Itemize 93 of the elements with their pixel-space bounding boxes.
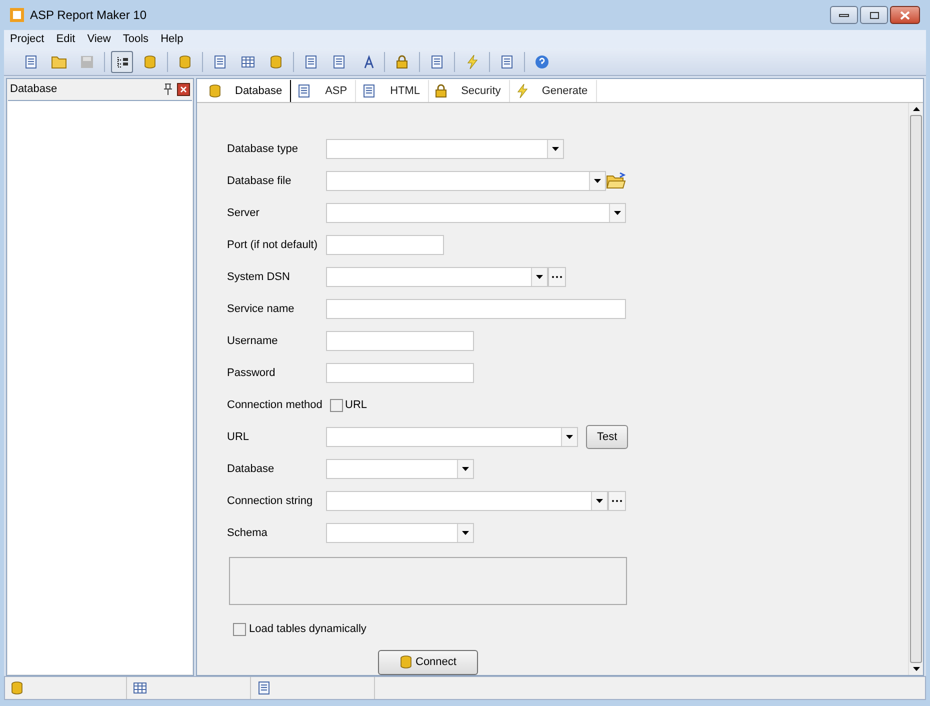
panel-close-button[interactable] [177, 82, 190, 96]
field-label: Service name [227, 302, 296, 317]
dropdown-field[interactable] [326, 171, 606, 191]
dropdown-field[interactable] [326, 427, 578, 447]
menu-item[interactable]: View [85, 30, 113, 48]
minimize-button[interactable] [830, 6, 858, 24]
field-label: Connection string [227, 494, 314, 509]
menu-item[interactable]: Project [8, 30, 46, 48]
dropdown-button[interactable] [547, 140, 563, 158]
document-icon [430, 54, 444, 68]
document-icon [362, 84, 376, 98]
dropdown-button[interactable] [531, 268, 547, 286]
checkbox[interactable] [330, 398, 343, 412]
tree-icon [115, 54, 129, 68]
caret-icon [552, 147, 559, 151]
menu-item[interactable]: Tools [120, 30, 151, 48]
toolbar-button[interactable] [111, 50, 133, 72]
dropdown-button[interactable] [457, 460, 473, 478]
text-field[interactable] [326, 331, 474, 351]
field-label: Username [227, 334, 279, 349]
text-field[interactable] [326, 363, 474, 383]
scroll-up-icon[interactable] [912, 107, 920, 111]
field-label: Database [227, 462, 276, 477]
close-button[interactable] [890, 6, 920, 24]
document-icon [500, 54, 514, 68]
caret-icon [566, 435, 573, 439]
test-button[interactable]: Test [586, 425, 628, 449]
menu-item[interactable]: Edit [54, 30, 78, 48]
ellipsis-button[interactable] [548, 267, 566, 287]
field-label: Connection method [227, 398, 324, 413]
field-label: Database type [227, 142, 299, 157]
caret-icon [462, 531, 469, 535]
field-label: System DSN [227, 270, 291, 285]
dropdown-field[interactable] [326, 459, 474, 479]
caret-icon [614, 211, 621, 215]
text-field[interactable] [326, 299, 626, 319]
dropdown-button[interactable] [561, 428, 577, 446]
folder-icon [51, 54, 67, 68]
dropdown-button[interactable] [591, 492, 607, 510]
dropdown-button[interactable] [609, 204, 625, 222]
dropdown-button[interactable] [457, 524, 473, 542]
field-label: Server [227, 206, 260, 221]
text-field[interactable] [326, 235, 444, 255]
help-icon [535, 54, 549, 68]
dropdown-field[interactable] [326, 491, 608, 511]
dropdown-field[interactable] [326, 139, 564, 159]
checkbox-label: Load tables dynamically [249, 622, 366, 637]
field-label: URL [227, 430, 250, 445]
database-icon [11, 681, 23, 695]
window-title: ASP Report Maker 10 [30, 7, 147, 24]
caret-icon [594, 179, 601, 183]
database-icon [144, 54, 156, 68]
lightning-icon [516, 84, 528, 98]
checkbox-label: URL [345, 398, 368, 413]
field-label: Password [227, 366, 276, 381]
folder-icon[interactable] [606, 172, 626, 190]
table-icon [241, 54, 255, 68]
menu-item[interactable]: Help [158, 30, 186, 48]
database-icon [209, 84, 221, 98]
padlock-icon [435, 84, 448, 98]
caret-icon [596, 499, 603, 503]
document-icon [24, 54, 38, 68]
dropdown-field[interactable] [326, 203, 626, 223]
pin-icon[interactable] [163, 83, 173, 95]
connect-button[interactable]: Connect [378, 650, 478, 674]
database-icon [400, 655, 412, 669]
ellipsis-button[interactable] [608, 491, 626, 511]
maximize-button[interactable] [860, 6, 888, 24]
dropdown-field[interactable] [326, 267, 548, 287]
document-icon [213, 54, 227, 68]
field-label: Port (if not default) [227, 238, 318, 253]
document-icon [304, 54, 318, 68]
close-icon [180, 86, 187, 92]
document-icon [257, 681, 271, 695]
field-label: Database file [227, 174, 292, 189]
dropdown-field[interactable] [326, 523, 474, 543]
scroll-down-icon[interactable] [912, 667, 920, 671]
caret-icon [536, 275, 543, 279]
app-icon [10, 8, 24, 22]
panel-title: Database [10, 82, 58, 97]
database-icon [270, 54, 282, 68]
field-label: Schema [227, 526, 268, 541]
scrollbar[interactable] [908, 103, 923, 675]
caret-icon [462, 467, 469, 471]
padlock-icon [396, 54, 408, 68]
table-icon [133, 681, 147, 695]
document-icon [332, 54, 346, 68]
lightning-icon [466, 54, 478, 68]
dropdown-button[interactable] [589, 172, 605, 190]
checkbox[interactable] [233, 622, 246, 636]
document-icon [297, 84, 312, 98]
database-icon [179, 54, 191, 68]
close-icon [900, 10, 910, 20]
